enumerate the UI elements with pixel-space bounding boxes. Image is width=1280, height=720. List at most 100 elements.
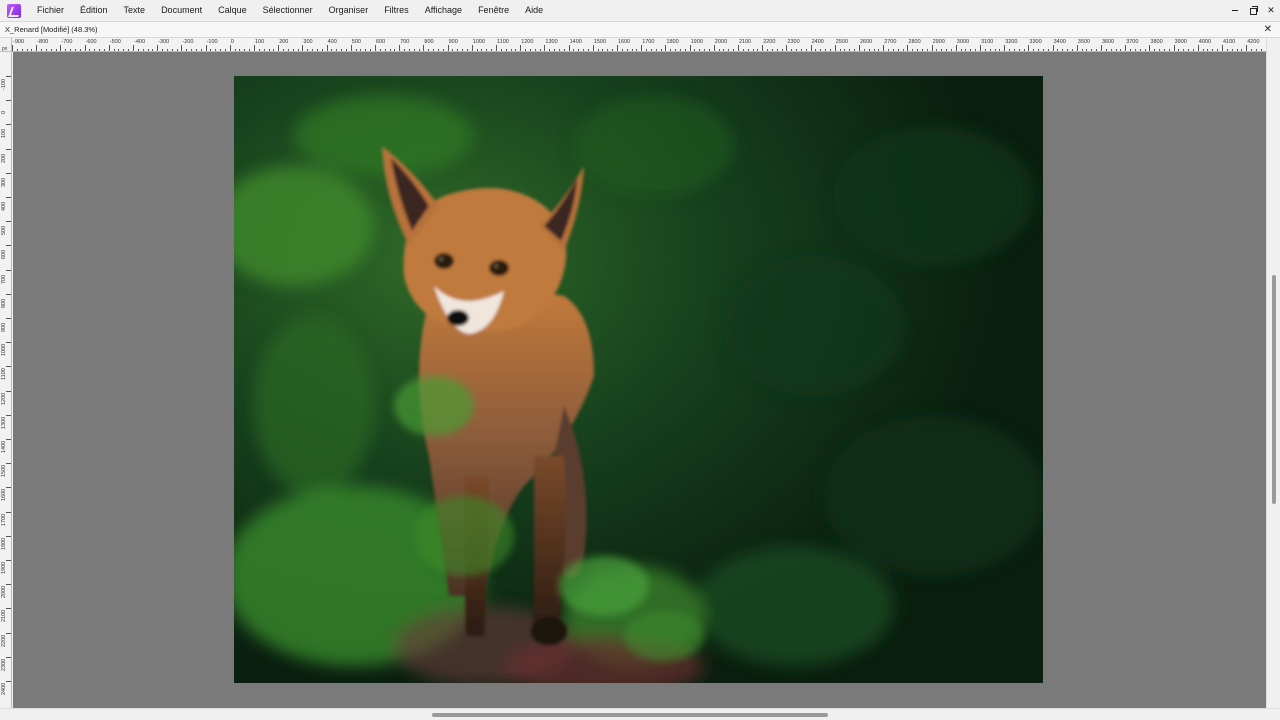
menu-item[interactable]: Document (153, 0, 210, 21)
ruler-tick (834, 45, 836, 51)
horizontal-ruler[interactable]: -900 -800 -700 -600 -500 -400 -300 -200 -100 0 100… (0, 38, 1266, 52)
vertical-ruler[interactable]: -100 0 100 200 300 400 500 600 700 800 900 1000 1100… (0, 52, 12, 708)
ruler-tick (6, 632, 11, 634)
close-document-icon[interactable]: ✕ (1264, 23, 1272, 37)
document-title[interactable]: X_Renard [Modifié] (48.3%) (5, 25, 98, 34)
ruler-tick (544, 45, 546, 51)
ruler-tick-label: 1400 (569, 39, 582, 45)
ruler-tick (6, 148, 11, 150)
ruler-tick (6, 656, 11, 658)
menu-item[interactable]: Texte (116, 0, 154, 21)
ruler-tick-label: 2100 (739, 39, 752, 45)
ruler-tick (6, 439, 11, 440)
ruler-tick (520, 45, 522, 51)
ruler-tick-label: 1600 (1, 489, 7, 502)
ruler-tick-label: -600 (85, 39, 97, 45)
ruler-tick (399, 45, 401, 51)
ruler-tick-label: 800 (1, 298, 7, 308)
ruler-tick-label: 2200 (763, 39, 776, 45)
affinity-photo-icon[interactable] (7, 3, 21, 18)
vertical-scroll-thumb[interactable] (1272, 275, 1276, 504)
ruler-tick (641, 45, 643, 51)
ruler-tick-label: 2600 (860, 39, 873, 45)
ruler-tick-label: 800 (424, 39, 434, 45)
ruler-tick (6, 414, 11, 416)
ruler-tick-label: 1900 (690, 39, 703, 45)
ruler-tick-label: 3400 (1053, 39, 1066, 45)
ruler-tick-label: 1900 (1, 561, 7, 574)
ruler-tick (6, 124, 11, 126)
ruler-tick-label: 400 (1, 201, 7, 211)
ruler-tick (617, 45, 618, 51)
horizontal-scrollbar[interactable] (0, 708, 1280, 720)
ruler-tick (6, 76, 11, 77)
ruler-tick (181, 45, 183, 51)
ruler-tick-label: 2100 (1, 610, 7, 623)
photo-image (234, 76, 1043, 683)
restore-icon[interactable] (1244, 0, 1262, 21)
ruler-tick-label: -400 (134, 39, 146, 45)
ruler-tick-label: 300 (1, 177, 7, 187)
ruler-tick-label: -900 (13, 39, 25, 45)
menu-item[interactable]: Édition (72, 0, 116, 21)
menu-item[interactable]: Aide (517, 0, 551, 21)
ruler-tick (1246, 45, 1248, 51)
close-window-icon[interactable]: ✕ (1262, 0, 1280, 21)
ruler-tick (423, 45, 425, 51)
ruler-tick (6, 584, 11, 586)
ruler-tick (229, 45, 231, 51)
horizontal-scroll-thumb[interactable] (432, 713, 828, 717)
ruler-tick (6, 100, 11, 102)
ruler-tick-label: 500 (1, 226, 7, 236)
vertical-scrollbar[interactable] (1266, 38, 1280, 708)
ruler-tick (810, 45, 812, 51)
ruler-tick (6, 390, 11, 392)
ruler-tick (980, 45, 981, 51)
fox-cub-photo[interactable] (234, 76, 1043, 683)
ruler-tick-label: 2800 (908, 39, 921, 45)
ruler-tick (254, 45, 255, 51)
menu-item[interactable]: Fichier (29, 0, 72, 21)
window-controls: ✕ (1226, 0, 1280, 21)
ruler-tick-label: 2300 (1, 658, 7, 671)
ruler-tick-label: -200 (182, 39, 194, 45)
ruler-tick (713, 45, 715, 51)
ruler-tick-label: 400 (327, 39, 337, 45)
ruler-tick-label: 700 (1, 274, 7, 284)
ruler-tick-label: -500 (109, 39, 121, 45)
ruler-tick-label: 4200 (1247, 39, 1260, 45)
ruler-tick (375, 45, 376, 51)
menu-bar: Fichier Édition Texte Document Calque Sélecti… (0, 0, 1280, 21)
menu-item[interactable]: Organiser (321, 0, 377, 21)
ruler-tick (1052, 45, 1054, 51)
ruler-tick (278, 45, 280, 51)
ruler-tick (1076, 45, 1078, 51)
ruler-tick-label: 4100 (1223, 39, 1236, 45)
ruler-tick (6, 608, 11, 610)
ruler-tick-label: 1000 (1, 343, 7, 357)
ruler-tick-label: 1800 (666, 39, 679, 45)
ruler-tick (859, 45, 860, 51)
ruler-tick (762, 45, 764, 51)
ruler-tick (326, 45, 328, 51)
ruler-tick-label: 100 (1, 129, 7, 139)
ruler-tick-label: 2400 (811, 39, 824, 45)
ruler-tick-label: 2700 (884, 39, 897, 45)
menu-item[interactable]: Sélectionner (255, 0, 321, 21)
menu-item[interactable]: Affichage (417, 0, 470, 21)
ruler-tick (1125, 45, 1127, 51)
ruler-tick-label: 1000 (472, 39, 486, 45)
menu-item[interactable]: Calque (210, 0, 255, 21)
ruler-tick (1028, 45, 1030, 51)
ruler-tick-label: -100 (1, 78, 7, 90)
ruler-tick (738, 45, 739, 51)
ruler-tick (883, 45, 885, 51)
ruler-tick (1101, 45, 1102, 51)
ruler-tick (302, 45, 304, 51)
menu-item[interactable]: Fenêtre (470, 0, 517, 21)
minimize-icon[interactable] (1226, 0, 1244, 21)
menu-item[interactable]: Filtres (376, 0, 417, 21)
ruler-tick-label: 700 (400, 39, 410, 45)
ruler-tick (6, 197, 11, 198)
ruler-tick (907, 45, 909, 51)
